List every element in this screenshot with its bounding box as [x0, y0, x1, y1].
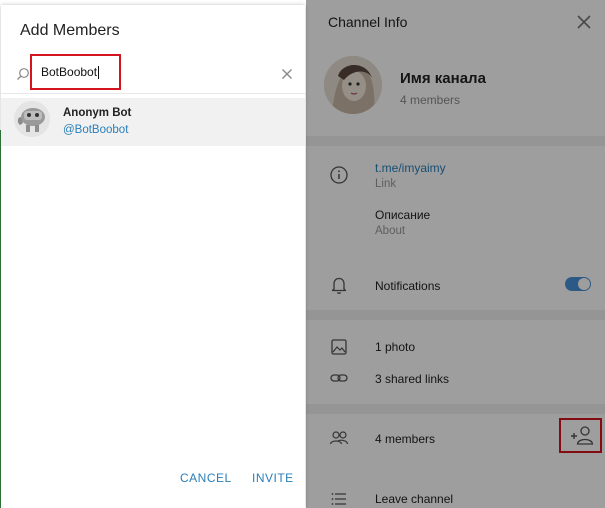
search-icon — [16, 67, 30, 81]
result-name: Anonym Bot — [63, 107, 132, 119]
link-icon — [328, 367, 350, 389]
members-item[interactable]: 4 members — [375, 432, 435, 446]
members-icon — [328, 427, 350, 449]
channel-link-label: Link — [375, 178, 397, 190]
search-highlight-box: BotBoobot — [30, 54, 121, 90]
notifications-toggle[interactable] — [565, 277, 591, 291]
bot-avatar — [14, 101, 50, 137]
channel-description-label: About — [375, 225, 406, 237]
photo-icon — [328, 336, 350, 358]
notifications-label: Notifications — [375, 279, 441, 293]
dialog-title: Add Members — [20, 22, 120, 39]
search-input-value: BotBoobot — [41, 65, 98, 79]
list-icon — [328, 488, 350, 508]
section-divider — [306, 310, 605, 320]
shared-photos-item[interactable]: 1 photo — [375, 340, 415, 354]
info-icon — [328, 164, 350, 186]
result-username: @BotBoobot — [63, 124, 129, 136]
channel-link[interactable]: t.me/imyaimy — [375, 161, 446, 175]
leave-channel-item[interactable]: Leave channel — [375, 492, 453, 506]
section-divider — [306, 404, 605, 414]
text-caret — [98, 66, 100, 80]
search-input[interactable]: BotBoobot — [41, 65, 117, 80]
channel-member-count: 4 members — [400, 93, 461, 107]
channel-avatar[interactable] — [324, 56, 382, 114]
channel-info-title: Channel Info — [328, 14, 408, 30]
cancel-button[interactable]: CANCEL — [180, 471, 232, 485]
channel-description: Описание — [375, 208, 431, 222]
section-divider — [306, 136, 605, 146]
invite-button[interactable]: INVITE — [252, 471, 294, 485]
close-icon[interactable] — [280, 67, 294, 81]
channel-info-panel: Channel Info Имя канала 4 members t.me/i… — [306, 0, 605, 508]
channel-name: Имя канала — [400, 70, 486, 87]
bell-icon — [328, 274, 350, 296]
add-members-dialog: Add Members BotBoobot Anonym Bot @BotBoo… — [1, 5, 305, 508]
channel-header-row: Имя канала 4 members — [306, 50, 605, 130]
search-bar: BotBoobot — [1, 54, 305, 94]
channel-info-header: Channel Info — [306, 0, 605, 46]
add-member-icon — [571, 426, 594, 445]
search-result-item[interactable]: Anonym Bot @BotBoobot — [1, 98, 305, 146]
close-icon[interactable] — [573, 11, 595, 33]
add-member-button[interactable] — [559, 418, 602, 453]
shared-links-item[interactable]: 3 shared links — [375, 372, 449, 386]
